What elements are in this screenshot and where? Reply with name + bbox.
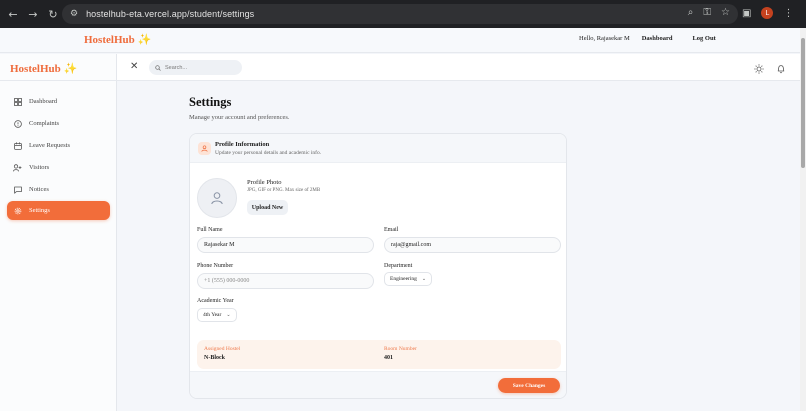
sidebar-item-label: Visitors <box>29 164 50 171</box>
department-label: Department <box>384 263 413 269</box>
assigned-hostel-value: N-Block <box>204 355 225 361</box>
logout-link[interactable]: Log Out <box>692 35 715 42</box>
calendar-icon <box>13 141 22 150</box>
chevron-down-icon: ⌄ <box>226 312 231 318</box>
sparkle-icon: ✨ <box>63 63 78 75</box>
upload-photo-button[interactable]: Upload New <box>247 200 288 215</box>
theme-toggle-icon[interactable] <box>754 61 764 79</box>
hostel-info-box: Assigned Hostel N-Block Room Number 401 <box>197 340 561 369</box>
profile-card: Profile Information Update your personal… <box>189 133 567 399</box>
full-name-label: Full Name <box>197 227 223 233</box>
phone-label: Phone Number <box>197 263 234 269</box>
sidebar-item-settings[interactable]: Settings <box>7 201 110 220</box>
browser-menu-icon[interactable]: ⋮ <box>783 8 793 19</box>
department-select[interactable]: Engineering ⌄ <box>384 272 433 286</box>
sidebar-item-label: Settings <box>29 207 50 214</box>
academic-year-select[interactable]: 4th Year ⌄ <box>197 308 237 322</box>
save-changes-button[interactable]: Save Changes <box>498 378 560 393</box>
chevron-down-icon: ⌄ <box>421 276 427 282</box>
profile-photo-hint: JPG, GIF or PNG. Max size of 2MB <box>247 188 321 193</box>
profile-section-title: Profile Information <box>215 141 270 148</box>
brand-name: HostelHub <box>84 34 135 46</box>
sidebar-item-leave-requests[interactable]: Leave Requests <box>7 136 110 155</box>
app-header: ✕ Search... <box>117 54 800 81</box>
site-info-icon[interactable]: ⚙ <box>70 9 78 19</box>
extensions-icon[interactable]: ▣ <box>742 8 751 19</box>
browser-toolbar: ← → ↻ ⚙ hostelhub-eta.vercel.app/student… <box>0 0 806 28</box>
brand-logo-top[interactable]: HostelHub ✨ <box>84 33 151 46</box>
user-placeholder-icon <box>211 192 223 205</box>
message-square-icon <box>13 185 22 194</box>
grid-icon <box>13 97 22 106</box>
sparkle-icon: ✨ <box>137 34 152 46</box>
sidebar-divider <box>0 80 117 81</box>
room-number-label: Room Number <box>384 346 417 352</box>
password-key-icon[interactable]: ⚿ <box>703 7 711 18</box>
user-icon <box>198 142 211 155</box>
browser-profile-avatar[interactable]: L <box>761 7 774 19</box>
reload-icon[interactable]: ↻ <box>46 7 60 21</box>
sidebar-item-label: Leave Requests <box>29 142 70 149</box>
zoom-icon[interactable]: ⌕ <box>688 7 694 18</box>
brand-name: HostelHub <box>10 63 61 75</box>
search-icon <box>155 64 161 71</box>
alert-circle-icon <box>13 119 22 128</box>
sidebar: HostelHub ✨ Dashboard Complaints Leave R… <box>0 54 117 411</box>
sidebar-item-complaints[interactable]: Complaints <box>7 114 110 133</box>
sidebar-item-label: Dashboard <box>29 98 58 105</box>
close-icon[interactable]: ✕ <box>130 61 142 73</box>
scrollbar-thumb[interactable] <box>801 38 805 168</box>
full-name-field[interactable]: Rajasekar M <box>197 237 374 253</box>
profile-card-footer: Save Changes <box>190 371 566 398</box>
forward-icon[interactable]: → <box>26 7 40 21</box>
gear-icon <box>13 206 22 215</box>
department-value: Engineering <box>390 276 417 282</box>
search-box[interactable]: Search... <box>149 60 242 75</box>
page-title: Settings <box>189 95 232 109</box>
user-plus-icon <box>13 163 22 172</box>
page-subtitle: Manage your account and preferences. <box>189 114 290 121</box>
email-label: Email <box>384 227 399 233</box>
assigned-hostel-label: Assigned Hostel <box>204 346 241 352</box>
notification-bell-icon[interactable] <box>776 61 786 79</box>
greeting-text: Hello, Rajasekar M <box>579 35 630 42</box>
top-navbar: HostelHub ✨ Hello, Rajasekar M Dashboard… <box>0 28 800 53</box>
profile-photo-title: Profile Photo <box>247 179 282 186</box>
sidebar-item-notices[interactable]: Notices <box>7 180 110 199</box>
sidebar-item-dashboard[interactable]: Dashboard <box>7 92 110 111</box>
address-bar[interactable]: ⚙ hostelhub-eta.vercel.app/student/setti… <box>62 4 738 24</box>
sidebar-item-label: Complaints <box>29 120 59 127</box>
email-field[interactable]: raja@gmail.com <box>384 237 561 253</box>
top-dashboard-link[interactable]: Dashboard <box>642 35 673 42</box>
brand-logo-sidebar[interactable]: HostelHub ✨ <box>10 62 77 75</box>
search-input[interactable]: Search... <box>165 65 187 71</box>
sidebar-item-visitors[interactable]: Visitors <box>7 158 110 177</box>
avatar[interactable] <box>197 178 237 218</box>
profile-section-subtitle: Update your personal details and academi… <box>215 150 322 156</box>
back-icon[interactable]: ← <box>6 7 20 21</box>
academic-year-label: Academic Year <box>197 298 234 304</box>
url-text: hostelhub-eta.vercel.app/student/setting… <box>86 9 255 19</box>
room-number-value: 401 <box>384 355 393 361</box>
bookmark-star-icon[interactable]: ☆ <box>721 7 730 18</box>
academic-year-value: 4th Year <box>203 312 222 318</box>
phone-field[interactable]: +1 (555) 000-0000 <box>197 273 374 289</box>
page-scrollbar[interactable] <box>800 28 806 411</box>
sidebar-item-label: Notices <box>29 186 49 193</box>
profile-card-header: Profile Information Update your personal… <box>190 134 566 163</box>
